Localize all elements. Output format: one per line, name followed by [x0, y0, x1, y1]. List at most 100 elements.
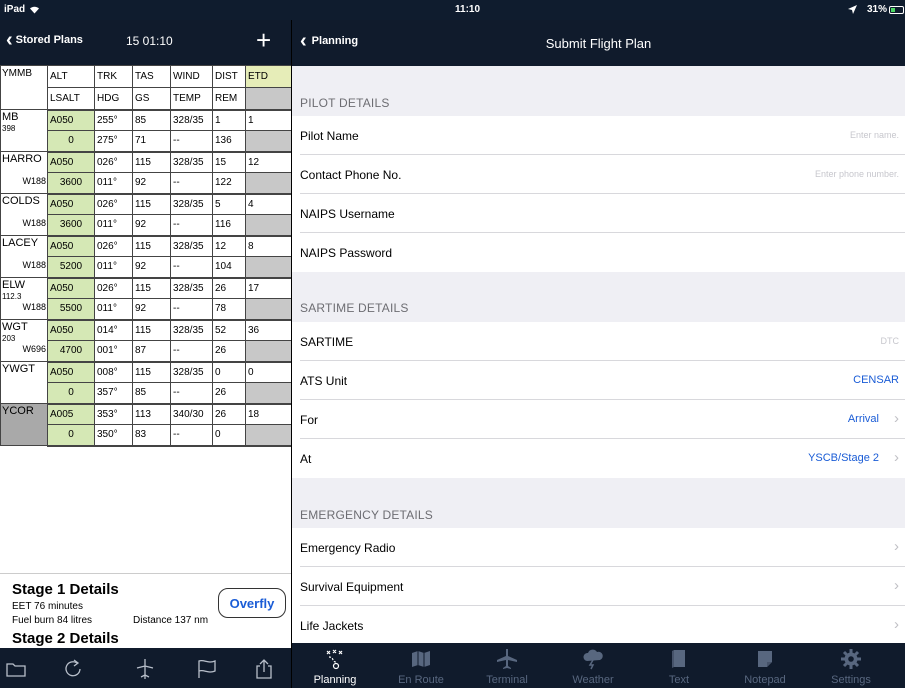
track-cell: 014° — [94, 319, 133, 341]
stage-details-panel: Stage 1 Details EET 76 minutes Fuel burn… — [0, 573, 291, 648]
overfly-button[interactable]: Overfly — [218, 588, 286, 618]
flag-icon[interactable] — [196, 658, 218, 680]
stage-2-title: Stage 2 Details — [12, 630, 119, 647]
blank-cell — [245, 424, 292, 447]
airway-label: W696 — [22, 344, 46, 354]
refresh-icon[interactable] — [62, 658, 84, 680]
alt-cell[interactable]: A050 — [47, 319, 95, 341]
table-row[interactable]: LACEY W188 A050 026° 115 328/35 12 8 — [0, 235, 292, 278]
alt-cell[interactable]: A005 — [47, 403, 95, 425]
waypoint-cell: WGT 203 W696 — [0, 319, 48, 362]
gs-cell: 87 — [132, 340, 171, 363]
heading-cell: 357° — [94, 382, 133, 405]
tab-en-route[interactable]: En Route — [378, 643, 464, 688]
table-row[interactable]: WGT 203 W696 A050 014° 115 328/35 52 36 — [0, 319, 292, 362]
gs-cell: 92 — [132, 298, 171, 321]
waypoint-name: WGT — [2, 321, 28, 333]
status-bar: iPad 11:10 31% — [0, 0, 905, 20]
airplane-icon — [497, 649, 517, 669]
tab-settings[interactable]: Settings — [808, 643, 894, 688]
naips-password-row[interactable]: NAIPS Password — [292, 233, 905, 272]
blank-cell — [245, 340, 292, 363]
airway-label: W188 — [22, 218, 46, 228]
wind-cell: 328/35 — [170, 151, 213, 173]
chevron-right-icon: › — [894, 538, 899, 555]
waypoint-cell: YCOR — [0, 403, 48, 446]
stage-eet: EET 76 minutes — [12, 601, 83, 612]
waypoint-frequency: 112.3 — [2, 292, 22, 301]
tab-label: Text — [668, 674, 690, 686]
alt-cell[interactable]: A050 — [47, 235, 95, 257]
contact-phone-input[interactable]: Enter phone number. — [815, 169, 899, 179]
battery-percent: 31% — [866, 4, 887, 15]
planning-icon — [326, 649, 343, 670]
gs-cell: 92 — [132, 256, 171, 279]
pilot-name-row[interactable]: Pilot Name Enter name. — [292, 116, 905, 155]
pilot-name-input[interactable]: Enter name. — [850, 130, 899, 140]
waypoint-frequency: 398 — [2, 124, 16, 133]
alt-cell[interactable]: A050 — [47, 361, 95, 383]
plus-icon[interactable]: + — [256, 25, 271, 56]
left-nav-bar: ‹ Stored Plans 15 01:10 + — [0, 20, 291, 65]
alt-cell[interactable]: A050 — [47, 151, 95, 173]
contact-phone-label: Contact Phone No. — [300, 168, 402, 182]
table-row[interactable]: YWGT A050 008° 115 328/35 0 0 — [0, 361, 292, 404]
naips-username-row[interactable]: NAIPS Username — [292, 194, 905, 233]
battery-icon — [889, 6, 904, 14]
lsalt-cell: 3600 — [47, 214, 95, 237]
survival-equipment-row[interactable]: Survival Equipment › — [292, 567, 905, 606]
tab-terminal[interactable]: Terminal — [464, 643, 550, 688]
ats-unit-row[interactable]: ATS Unit CENSAR — [292, 361, 905, 400]
lsalt-cell: 0 — [47, 382, 95, 405]
tab-text[interactable]: Text — [636, 643, 722, 688]
back-label: Stored Plans — [15, 34, 83, 46]
dist-cell: 26 — [212, 403, 246, 425]
dist-cell: 52 — [212, 319, 246, 341]
at-row[interactable]: At YSCB/Stage 2 › — [292, 439, 905, 478]
contact-phone-row[interactable]: Contact Phone No. Enter phone number. — [292, 155, 905, 194]
tab-notepad[interactable]: Notepad — [722, 643, 808, 688]
life-jackets-row[interactable]: Life Jackets › — [292, 606, 905, 645]
table-row[interactable]: YCOR A005 353° 113 340/30 26 18 — [0, 403, 292, 446]
for-row[interactable]: For Arrival › — [292, 400, 905, 439]
tab-weather[interactable]: Weather — [550, 643, 636, 688]
stored-plans-back-button[interactable]: ‹ Stored Plans — [6, 30, 83, 50]
tab-label: Planning — [313, 674, 357, 686]
etd-cell: 4 — [245, 193, 292, 215]
waypoint-cell: YWGT — [0, 361, 48, 404]
lsalt-cell: 3600 — [47, 172, 95, 195]
waypoint-frequency: 203 — [2, 334, 16, 343]
remaining-cell: 104 — [212, 256, 246, 279]
alt-cell[interactable]: A050 — [47, 277, 95, 299]
track-cell: 353° — [94, 403, 133, 425]
aircraft-icon[interactable] — [134, 658, 156, 680]
tab-planning[interactable]: Planning — [292, 643, 378, 688]
table-row[interactable]: MB 398 A050 255° 85 328/35 1 1 — [0, 109, 292, 152]
waypoint-cell: LACEY W188 — [0, 235, 48, 278]
temp-cell: -- — [170, 256, 213, 279]
emergency-radio-row[interactable]: Emergency Radio › — [292, 528, 905, 567]
table-row[interactable]: ELW 112.3 W188 A050 026° 115 328/35 26 17 — [0, 277, 292, 320]
etd-cell: 17 — [245, 277, 292, 299]
ats-unit-value[interactable]: CENSAR — [853, 374, 899, 386]
chevron-right-icon: › — [894, 449, 899, 466]
waypoint-name: YWGT — [2, 363, 35, 375]
sartime-value[interactable]: DTC — [881, 336, 900, 346]
sartime-row[interactable]: SARTIME DTC — [292, 322, 905, 361]
lsalt-cell: 0 — [47, 424, 95, 447]
folder-icon[interactable] — [5, 658, 27, 680]
dist-cell: 15 — [212, 151, 246, 173]
dist-cell: 26 — [212, 277, 246, 299]
gs-cell: 92 — [132, 214, 171, 237]
life-jackets-label: Life Jackets — [300, 619, 364, 633]
temp-cell: -- — [170, 382, 213, 405]
heading-cell: 350° — [94, 424, 133, 447]
table-row[interactable]: COLDS W188 A050 026° 115 328/35 5 4 — [0, 193, 292, 236]
heading-cell: 011° — [94, 256, 133, 279]
alt-cell[interactable]: A050 — [47, 109, 95, 131]
alt-cell[interactable]: A050 — [47, 193, 95, 215]
emergency-details-header: EMERGENCY DETAILS — [300, 508, 433, 522]
wind-cell: 328/35 — [170, 319, 213, 341]
share-icon[interactable] — [253, 658, 275, 680]
table-row[interactable]: HARRO W188 A050 026° 115 328/35 15 12 — [0, 151, 292, 194]
